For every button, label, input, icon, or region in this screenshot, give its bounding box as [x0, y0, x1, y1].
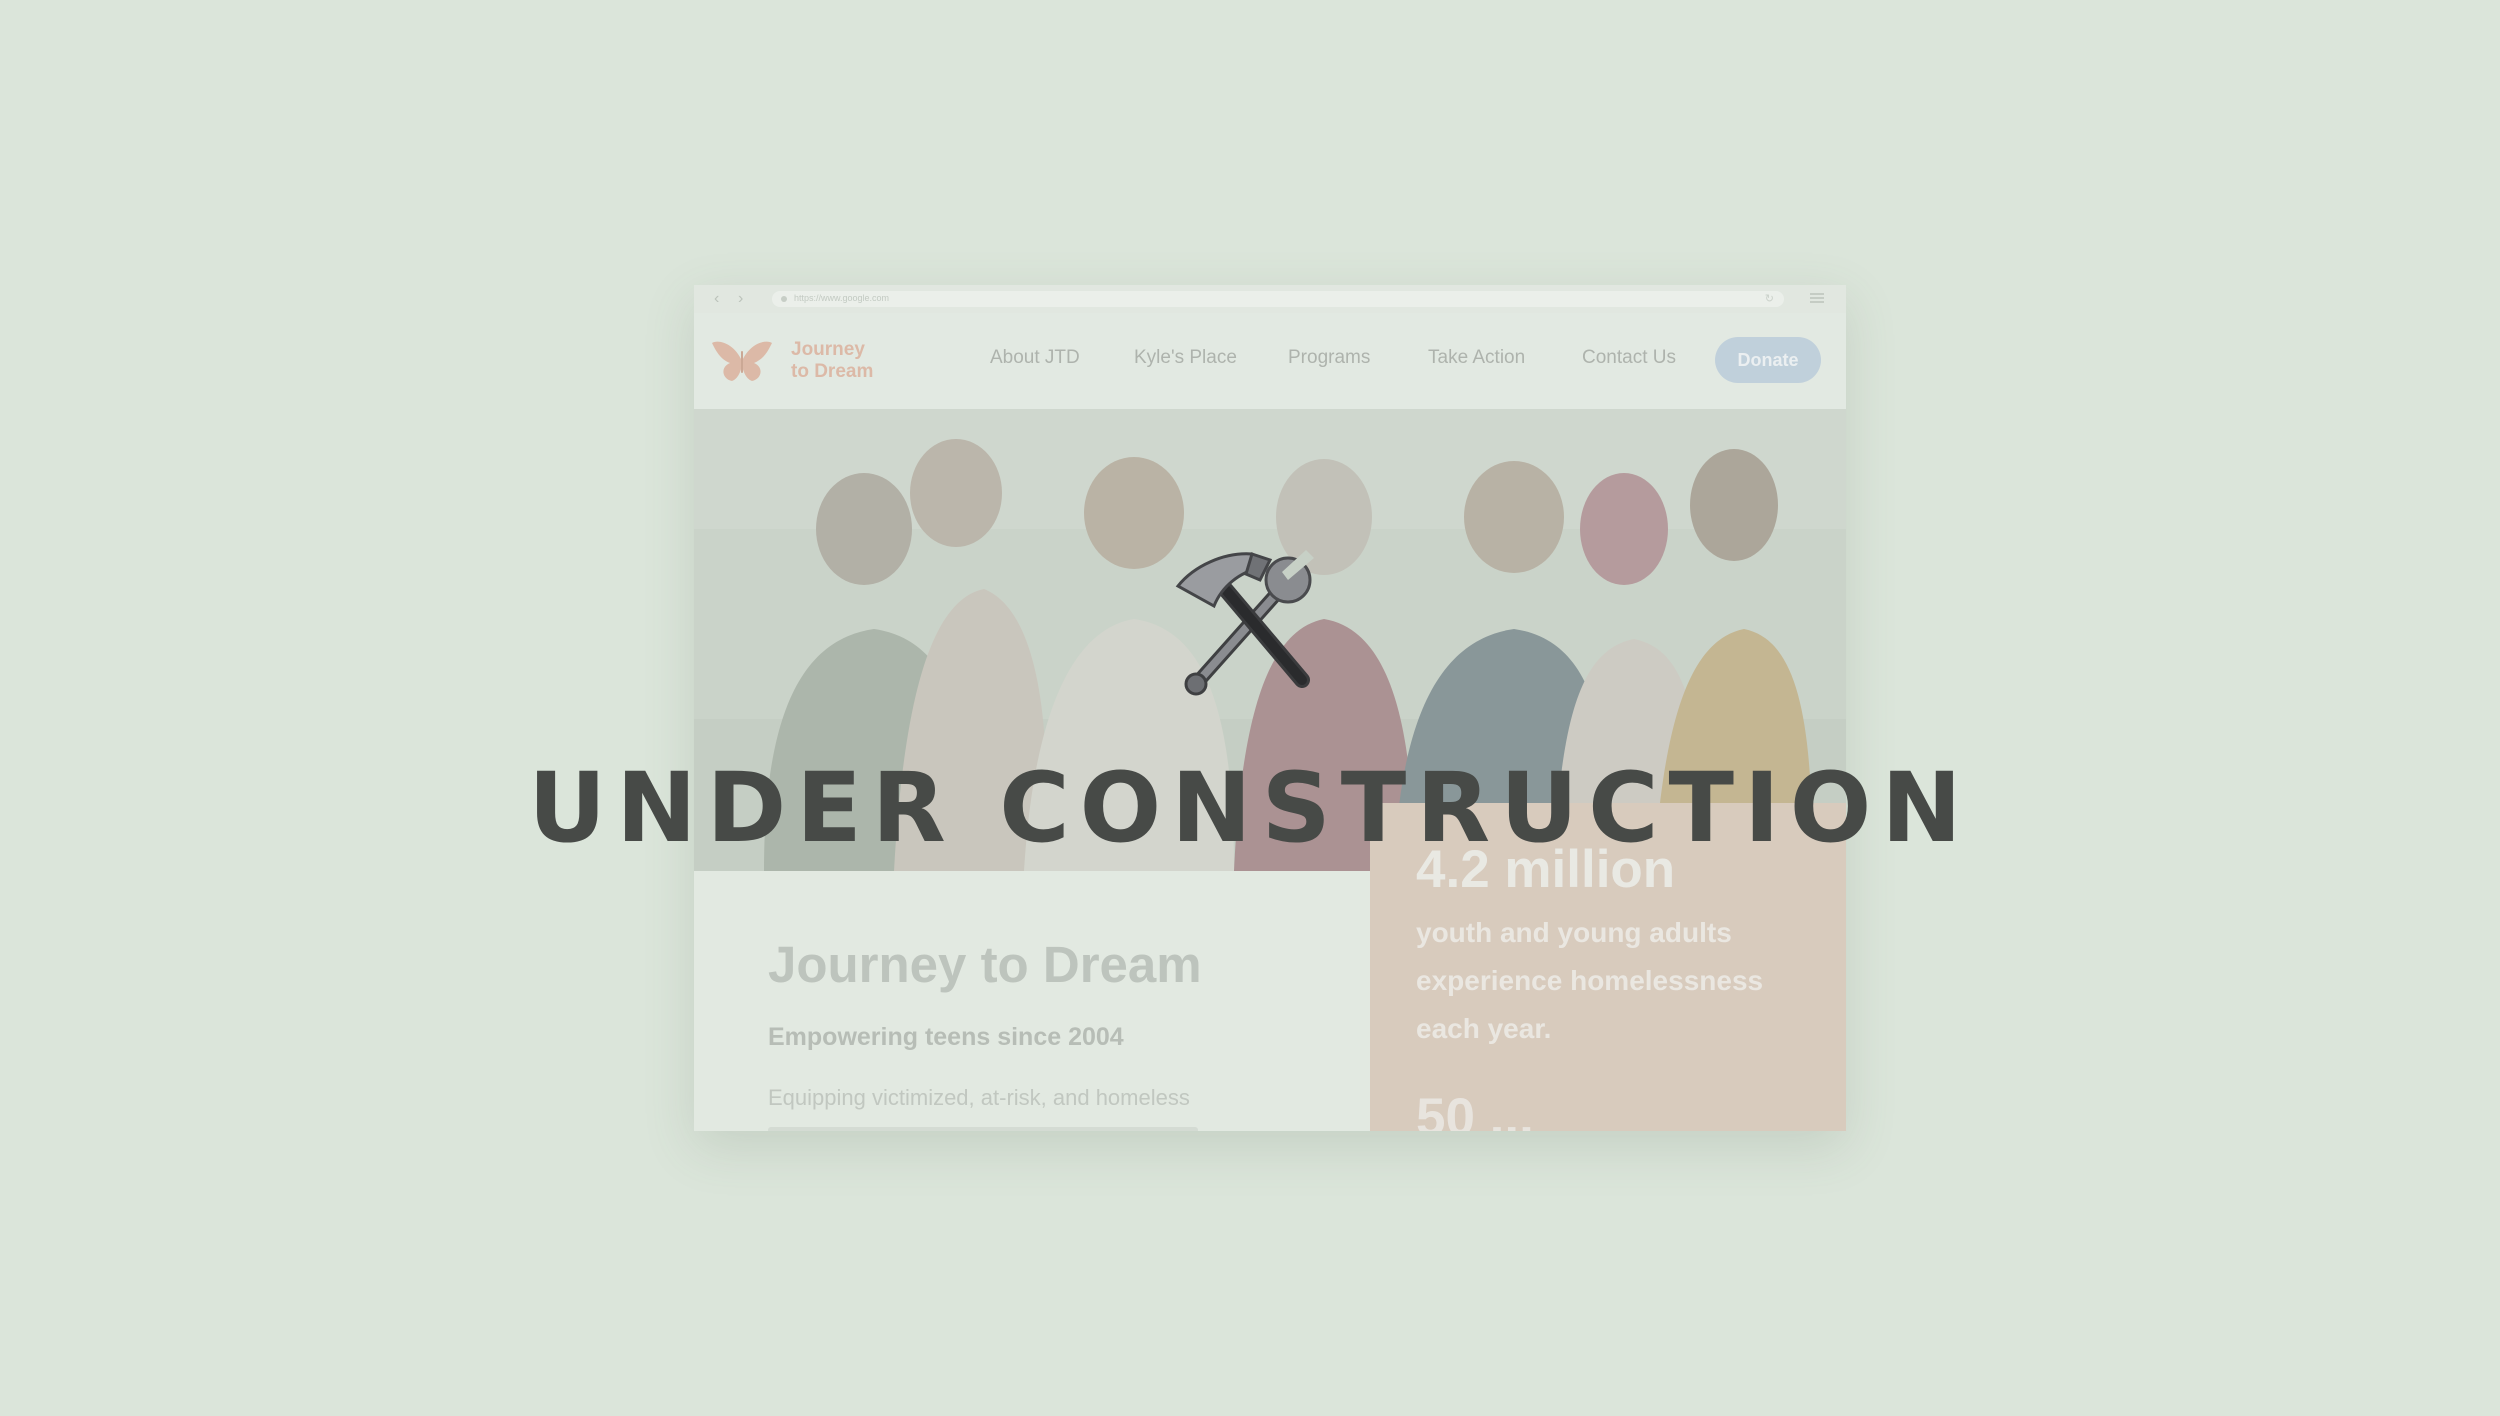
reload-icon[interactable]: ↻: [1765, 292, 1774, 305]
nav-link-about[interactable]: About JTD: [990, 347, 1080, 369]
under-construction-headline: UNDER CONSTRUCTION: [528, 752, 1972, 864]
intro-body: Equipping victimized, at-risk, and homel…: [768, 1085, 1190, 1110]
page-background: ‹ › https://www.google.com ↻ Journey to …: [0, 0, 2500, 1416]
intro-title: Journey to Dream: [768, 936, 1202, 993]
chevron-left-icon[interactable]: ‹: [714, 289, 719, 309]
logo-line-2: to Dream: [791, 361, 874, 382]
hammer-and-wrench-icon: [1175, 550, 1314, 696]
url-text: https://www.google.com: [794, 293, 890, 303]
nav-link-kyles-place[interactable]: Kyle's Place: [1134, 347, 1237, 369]
stat-number-partial: 50 ...: [1416, 1088, 1534, 1131]
logo-line-1: Journey: [791, 339, 865, 360]
chevron-right-icon[interactable]: ›: [738, 289, 743, 309]
lock-icon: [781, 296, 787, 302]
address-bar[interactable]: https://www.google.com ↻: [772, 291, 1784, 307]
hamburger-menu-icon[interactable]: [1810, 293, 1824, 303]
intro-section: Journey to Dream Empowering teens since …: [694, 871, 1370, 1131]
intro-body-continuation: [768, 1127, 1198, 1131]
nav-link-take-action[interactable]: Take Action: [1428, 347, 1525, 369]
stat-description: youth and young adults experience homele…: [1416, 917, 1764, 1044]
intro-subtitle: Empowering teens since 2004: [768, 1023, 1124, 1051]
nav-link-programs[interactable]: Programs: [1288, 347, 1370, 369]
nav-link-contact[interactable]: Contact Us: [1582, 347, 1676, 369]
browser-mockup: ‹ › https://www.google.com ↻ Journey to …: [694, 285, 1846, 1131]
butterfly-icon[interactable]: [710, 337, 774, 383]
donate-button[interactable]: Donate: [1715, 337, 1821, 383]
site-logo-text[interactable]: Journey to Dream: [791, 339, 873, 383]
site-header: Journey to Dream About JTD Kyle's Place …: [694, 313, 1846, 409]
browser-chrome: ‹ › https://www.google.com ↻: [694, 285, 1846, 313]
